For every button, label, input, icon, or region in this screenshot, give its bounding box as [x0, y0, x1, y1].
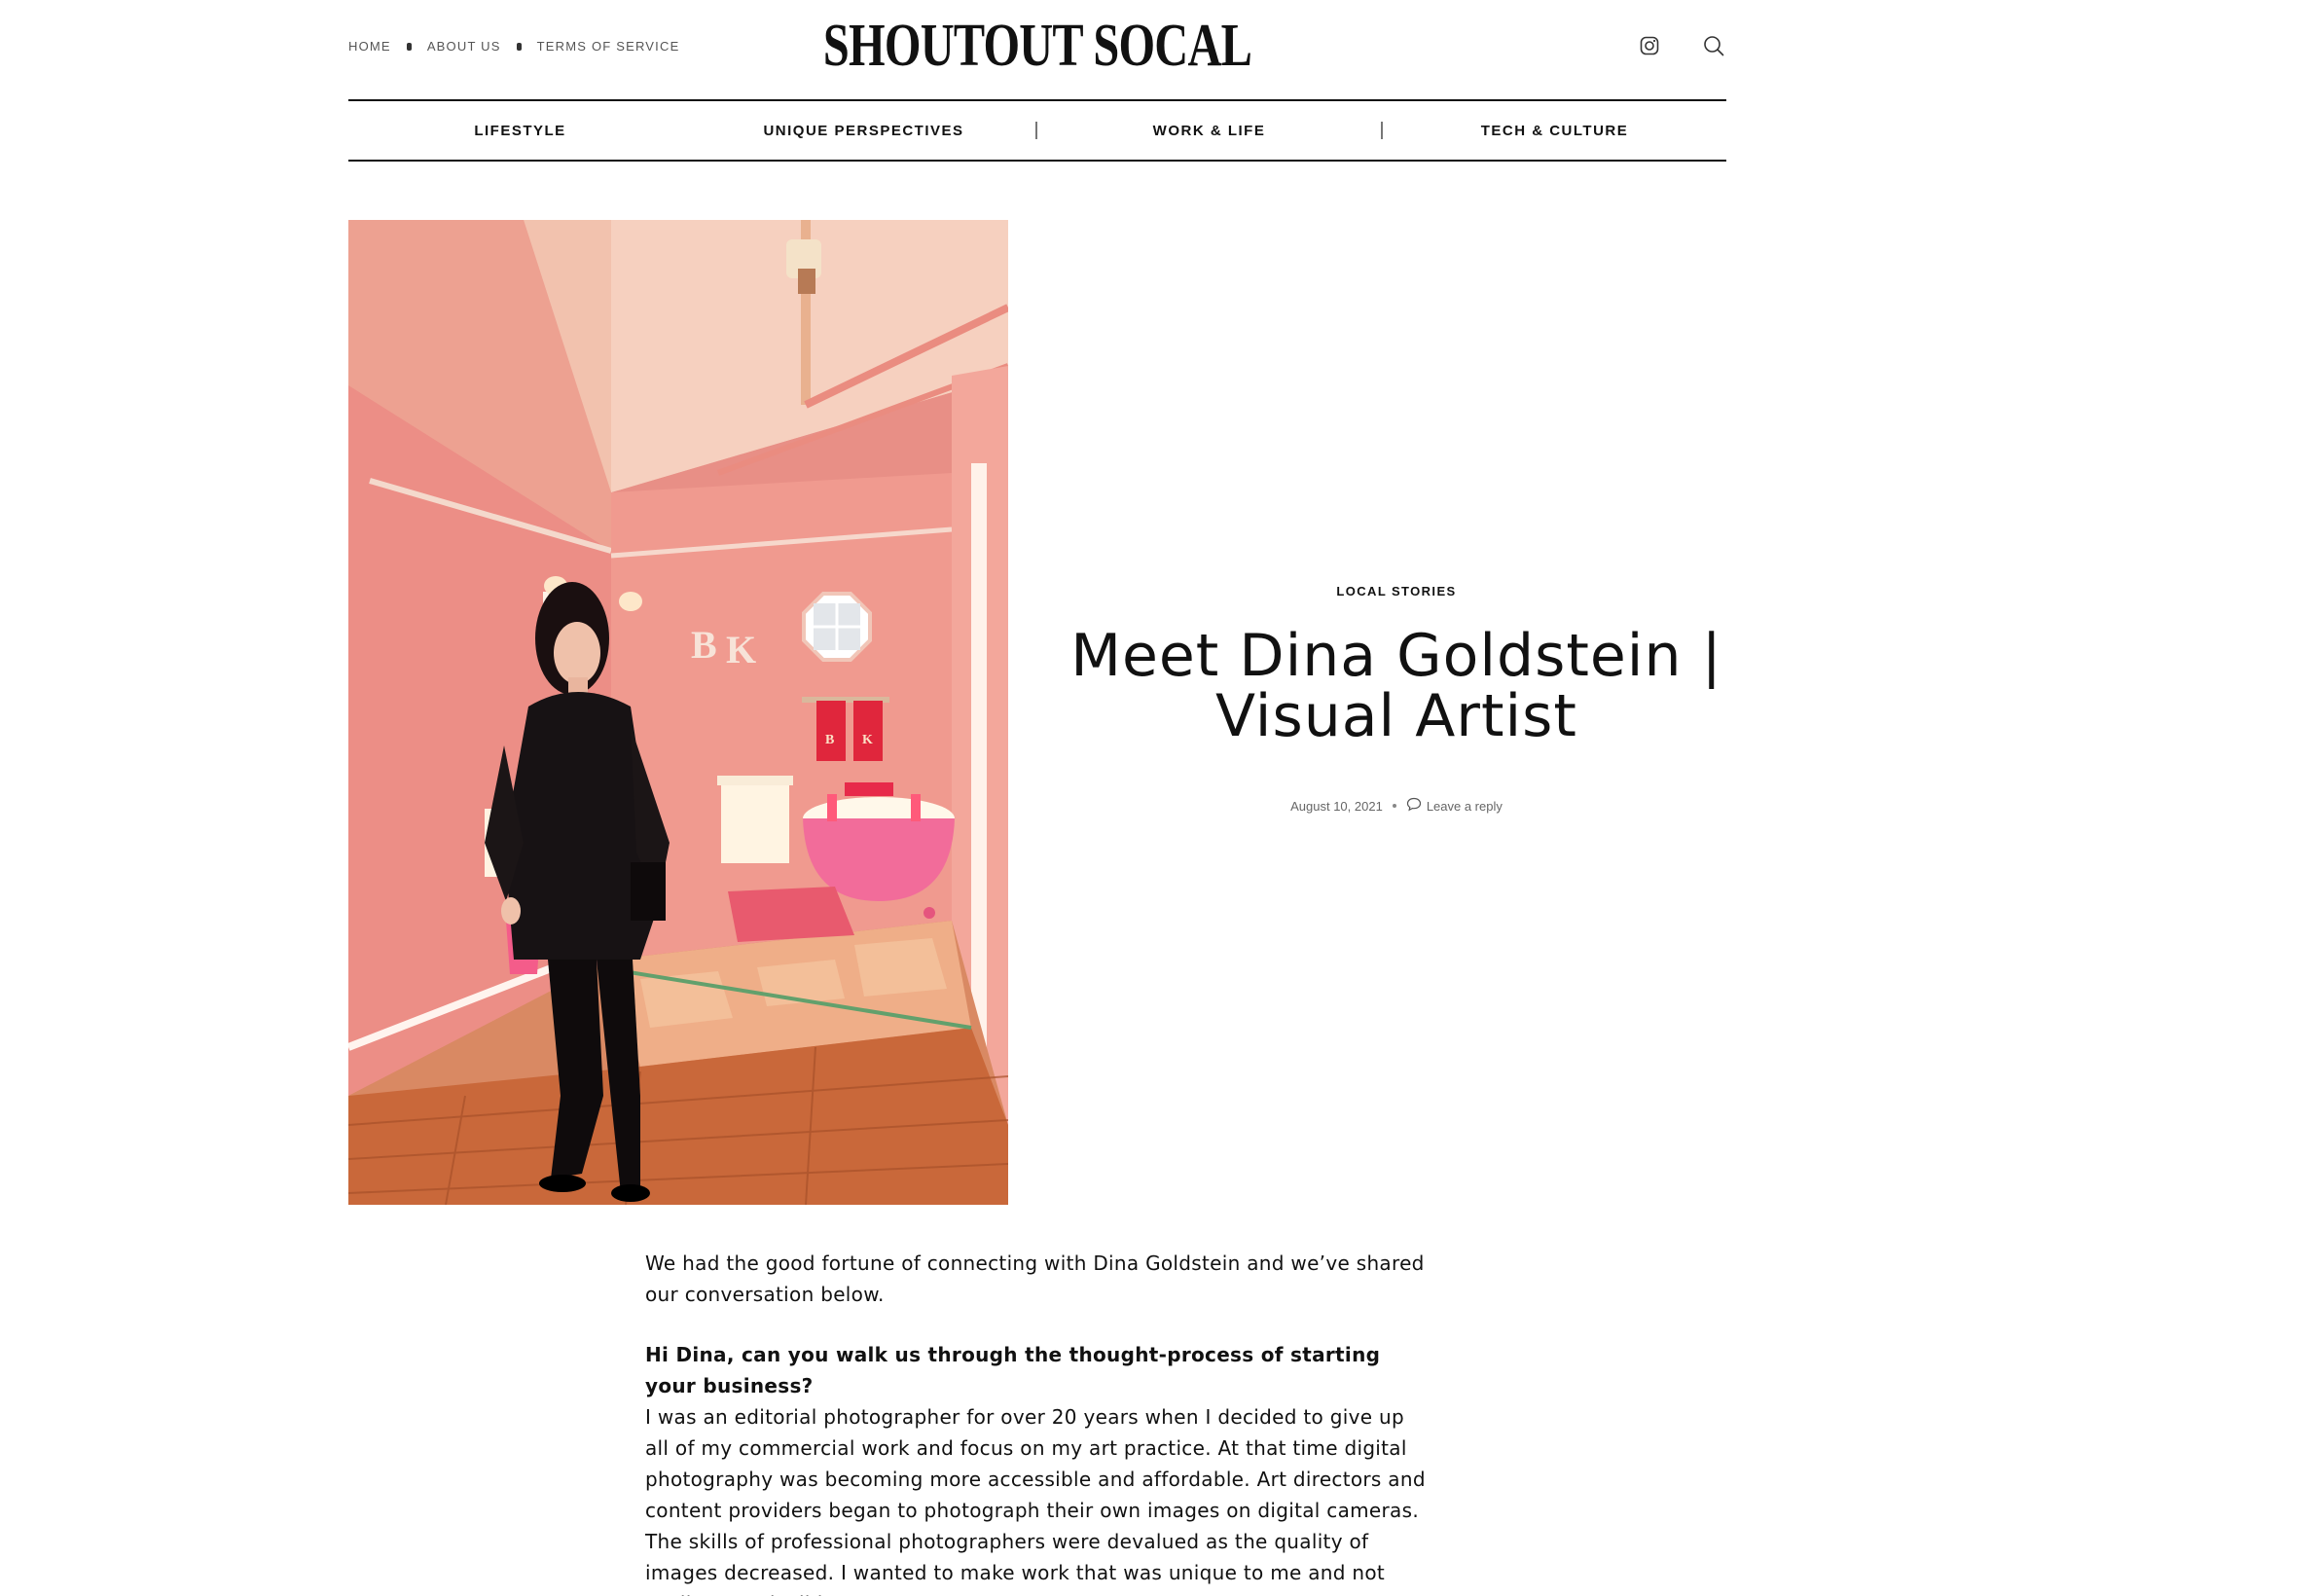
header-icons — [1637, 33, 1726, 58]
interview-answer: I was an editorial photographer for over… — [645, 1405, 1426, 1596]
page: HOME ABOUT US TERMS OF SERVICE SHOUTOUT … — [0, 0, 2318, 1596]
top-link-about-us[interactable]: ABOUT US — [427, 39, 501, 54]
post-meta: August 10, 2021 Leave a reply — [1067, 797, 1726, 815]
top-link-home[interactable]: HOME — [348, 39, 391, 54]
meta-separator — [1392, 804, 1396, 808]
post-title-line-2: Visual Artist — [1215, 682, 1577, 750]
comment-bubble-icon — [1406, 797, 1422, 815]
category-lifestyle[interactable]: LIFESTYLE — [348, 123, 692, 139]
article-intro: We had the good fortune of connecting wi… — [645, 1251, 1425, 1306]
svg-text:K: K — [726, 628, 756, 671]
article-qa-block: Hi Dina, can you walk us through the tho… — [645, 1339, 1433, 1596]
svg-text:K: K — [862, 733, 873, 747]
post-title: Meet Dina Goldstein | Visual Artist — [1067, 626, 1726, 746]
site-header: HOME ABOUT US TERMS OF SERVICE SHOUTOUT … — [348, 0, 1726, 97]
search-icon[interactable] — [1701, 33, 1726, 58]
category-nav: LIFESTYLE UNIQUE PERSPECTIVES WORK & LIF… — [348, 99, 1726, 162]
instagram-icon[interactable] — [1637, 33, 1662, 58]
post-category[interactable]: LOCAL STORIES — [1067, 584, 1726, 598]
svg-text:B: B — [691, 623, 717, 667]
post-header: LOCAL STORIES Meet Dina Goldstein | Visu… — [1067, 584, 1726, 815]
post-title-line-1: Meet Dina Goldstein | — [1070, 622, 1722, 690]
post-date[interactable]: August 10, 2021 — [1290, 799, 1383, 814]
featured-image: B K B K — [348, 220, 1008, 1205]
top-link-separator — [406, 42, 412, 51]
category-work-and-life[interactable]: WORK & LIFE — [1037, 123, 1381, 139]
article-body: We had the good fortune of connecting wi… — [645, 1248, 1433, 1596]
leave-reply-link[interactable]: Leave a reply — [1406, 797, 1503, 815]
interview-question: Hi Dina, can you walk us through the tho… — [645, 1343, 1381, 1397]
category-tech-and-culture[interactable]: TECH & CULTURE — [1383, 123, 1726, 139]
site-logo[interactable]: SHOUTOUT SOCAL — [500, 12, 1575, 81]
category-unique-perspectives[interactable]: UNIQUE PERSPECTIVES — [692, 123, 1035, 139]
svg-text:B: B — [825, 733, 834, 747]
leave-reply-label: Leave a reply — [1426, 798, 1503, 814]
